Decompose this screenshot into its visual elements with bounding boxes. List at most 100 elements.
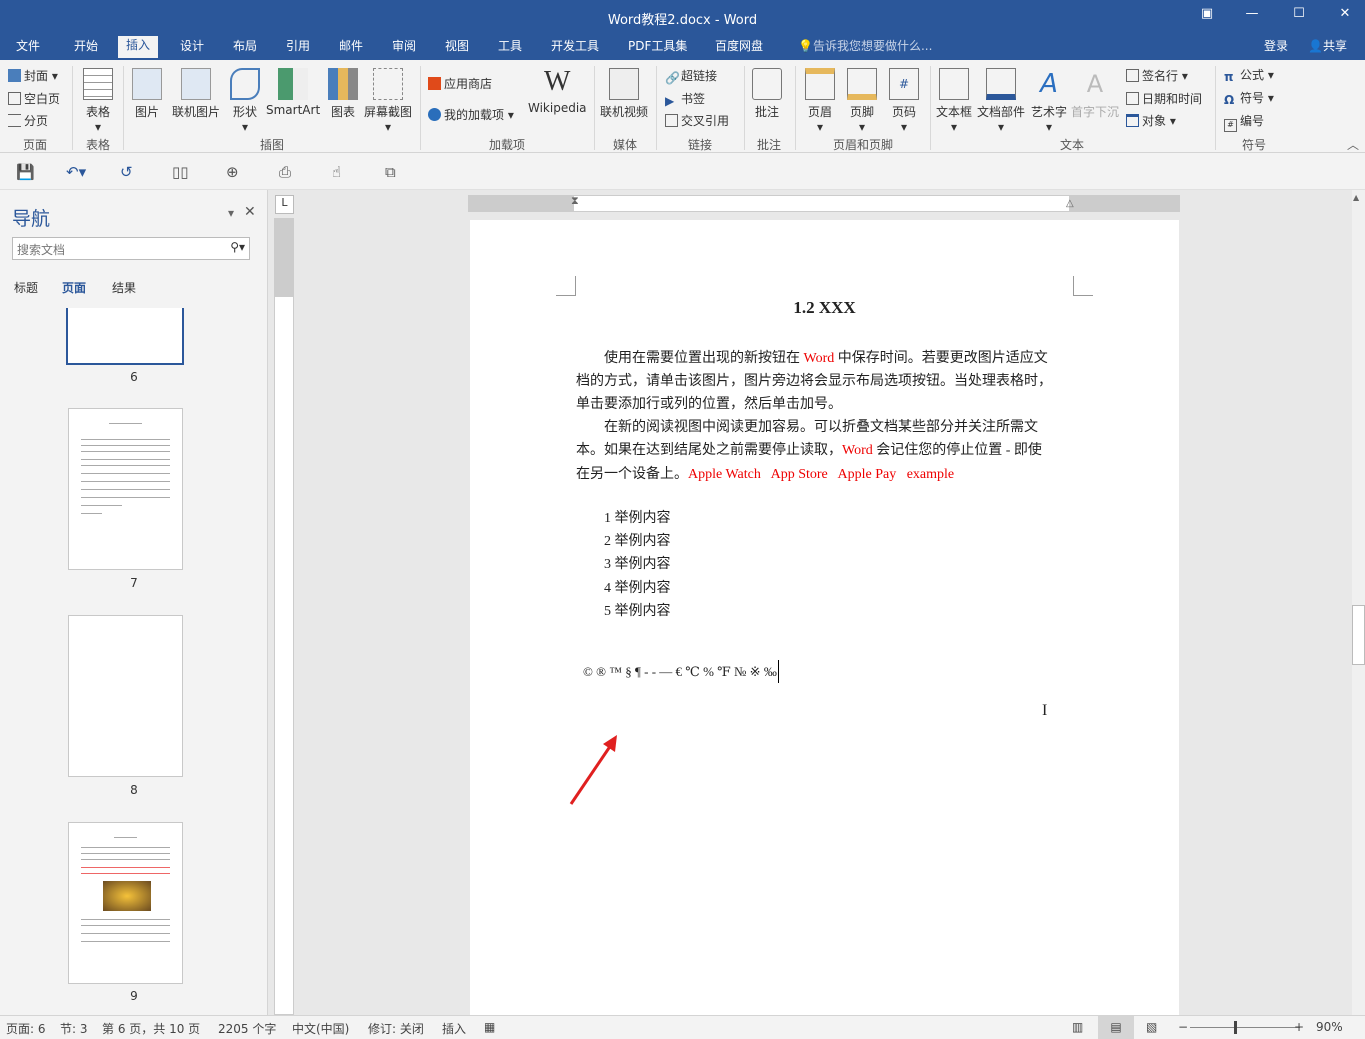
cross-reference-button[interactable]: 交叉引用 <box>665 112 729 129</box>
chart-button[interactable]: 图表 <box>328 68 358 120</box>
customize-icon[interactable]: ⧉ <box>385 163 396 181</box>
zoom-slider-thumb[interactable] <box>1234 1021 1237 1034</box>
maximize-button[interactable]: ☐ <box>1284 6 1314 21</box>
save-icon[interactable]: 💾 <box>16 163 35 181</box>
page-thumbnail-6[interactable] <box>66 308 184 365</box>
nav-tab-results[interactable]: 结果 <box>112 279 136 296</box>
zoom-slider[interactable] <box>1190 1027 1300 1028</box>
web-layout-icon[interactable]: ⊕ <box>226 163 239 181</box>
page-thumbnail-8[interactable] <box>68 615 183 777</box>
redo-icon[interactable]: ↺ <box>120 163 133 181</box>
status-section[interactable]: 节: 3 <box>60 1020 88 1037</box>
scroll-up-icon[interactable]: ▲ <box>1353 193 1359 202</box>
zoom-out-button[interactable]: − <box>1178 1020 1188 1034</box>
shapes-button[interactable]: 形状 ▾ <box>230 68 260 134</box>
print-layout-icon[interactable]: ▤ <box>1098 1016 1134 1039</box>
page-thumbnail-7[interactable] <box>68 408 183 570</box>
para1-line3: 单击要添加行或列的位置，然后单击加号。 <box>576 397 842 412</box>
header-button[interactable]: 页眉 ▾ <box>805 68 835 134</box>
numbering-button[interactable]: # 编号 <box>1224 112 1264 132</box>
nav-tab-headings[interactable]: 标题 <box>14 279 38 296</box>
page-thumbnail-9[interactable] <box>68 822 183 984</box>
shapes-icon <box>230 68 260 100</box>
close-button[interactable]: ✕ <box>1330 6 1360 21</box>
comment-button[interactable]: 批注 <box>752 68 782 120</box>
nav-search-input[interactable]: 搜索文档 ⚲▾ <box>12 237 250 260</box>
tab-baidu[interactable]: 百度网盘 <box>707 38 771 60</box>
nav-tab-pages[interactable]: 页面 <box>62 279 86 296</box>
wikipedia-button[interactable]: W Wikipedia <box>528 66 587 115</box>
footer-button[interactable]: 页脚 ▾ <box>847 68 877 134</box>
signature-line-button[interactable]: 签名行 ▾ <box>1126 67 1188 84</box>
nav-title: 导航 <box>12 208 51 230</box>
collapse-ribbon-icon[interactable]: ︿ <box>1347 136 1359 153</box>
blank-page-button[interactable]: 空白页 <box>8 90 60 107</box>
status-page[interactable]: 页面: 6 <box>6 1020 46 1037</box>
nav-close-icon[interactable]: ✕ <box>244 204 256 220</box>
tab-mailings[interactable]: 邮件 <box>331 38 371 60</box>
store-button[interactable]: 应用商店 <box>428 75 492 92</box>
equation-button[interactable]: π 公式 ▾ <box>1224 66 1274 84</box>
page-number-button[interactable]: # 页码 ▾ <box>889 68 919 134</box>
tab-insert[interactable]: 插入 <box>118 36 159 58</box>
screenshot-button[interactable]: 屏幕截图 ▾ <box>364 68 412 134</box>
wordart-button[interactable]: A 艺术字 ▾ <box>1031 68 1067 134</box>
horizontal-ruler[interactable]: ⧗ △ <box>468 194 1180 212</box>
indent-marker[interactable]: ⧗ <box>571 194 579 208</box>
tab-design[interactable]: 设计 <box>172 38 212 60</box>
undo-icon[interactable]: ↶▾ <box>66 163 86 181</box>
online-video-button[interactable]: 联机视频 <box>600 68 648 120</box>
tab-selector-button[interactable]: L <box>275 195 294 214</box>
scrollbar-thumb[interactable] <box>1352 605 1365 665</box>
online-picture-button[interactable]: 联机图片 <box>172 68 220 120</box>
table-button[interactable]: 表格 ▾ <box>80 68 116 134</box>
minimize-button[interactable]: — <box>1237 6 1267 21</box>
vertical-ruler[interactable] <box>274 218 294 1015</box>
zoom-in-button[interactable]: + <box>1294 1020 1304 1034</box>
quick-parts-button[interactable]: 文档部件 ▾ <box>977 68 1025 134</box>
tab-pdf[interactable]: PDF工具集 <box>620 38 695 60</box>
window-title: Word教程2.docx - Word <box>607 13 758 28</box>
read-mode-icon[interactable]: ▥ <box>1072 1020 1083 1034</box>
status-insert-mode[interactable]: 插入 <box>442 1020 466 1037</box>
status-language[interactable]: 中文(中国) <box>292 1020 349 1037</box>
right-indent-marker[interactable]: △ <box>1066 198 1074 209</box>
zoom-level[interactable]: 90% <box>1316 1020 1343 1034</box>
tab-home[interactable]: 开始 <box>66 38 106 60</box>
tab-layout[interactable]: 布局 <box>225 38 265 60</box>
tab-file[interactable]: 文件 <box>8 38 48 60</box>
my-addins-button[interactable]: 我的加载项 ▾ <box>428 106 514 123</box>
hyperlink-button[interactable]: 🔗超链接 <box>665 67 717 85</box>
web-layout-view-icon[interactable]: ▧ <box>1146 1020 1157 1034</box>
tab-tools[interactable]: 工具 <box>490 38 530 60</box>
side-by-side-icon[interactable]: ▯▯ <box>172 163 189 181</box>
picture-button[interactable]: 图片 <box>132 68 162 120</box>
share-button[interactable]: 👤共享 <box>1300 38 1355 60</box>
tab-references[interactable]: 引用 <box>278 38 318 60</box>
object-button[interactable]: 对象 ▾ <box>1126 112 1176 129</box>
touch-mode-icon[interactable]: ☝ <box>332 163 341 181</box>
login-link[interactable]: 登录 <box>1256 38 1296 60</box>
status-track-changes[interactable]: 修订: 关闭 <box>368 1020 424 1037</box>
status-page-of[interactable]: 第 6 页，共 10 页 <box>102 1020 200 1037</box>
bookmark-button[interactable]: ▶ 书签 <box>665 90 705 108</box>
date-time-button[interactable]: 日期和时间 <box>1126 90 1202 107</box>
document-page[interactable]: 1.2 XXX 使用在需要位置出现的新按钮在 Word 中保存时间。若要更改图片… <box>470 220 1179 1015</box>
print-preview-icon[interactable]: ⎙ <box>279 163 291 181</box>
search-icon[interactable]: ⚲▾ <box>230 240 245 254</box>
macro-icon[interactable]: ▦ <box>484 1020 495 1034</box>
tab-review[interactable]: 审阅 <box>384 38 424 60</box>
nav-options-icon[interactable]: ▾ <box>228 206 234 220</box>
drop-cap-button[interactable]: A 首字下沉 <box>1071 68 1119 120</box>
tab-developer[interactable]: 开发工具 <box>543 38 607 60</box>
tell-me-box[interactable]: 💡告诉我您想要做什么... <box>790 38 940 60</box>
vertical-scrollbar[interactable]: ▲ <box>1352 190 1365 1015</box>
cover-page-button[interactable]: 封面 ▾ <box>8 67 58 84</box>
textbox-button[interactable]: 文本框 ▾ <box>936 68 972 134</box>
ribbon-display-icon[interactable]: ▣ <box>1192 6 1222 21</box>
smartart-button[interactable]: SmartArt <box>266 68 320 117</box>
status-word-count[interactable]: 2205 个字 <box>218 1020 276 1037</box>
tab-view[interactable]: 视图 <box>437 38 477 60</box>
symbol-button[interactable]: Ω 符号 ▾ <box>1224 89 1274 107</box>
page-break-button[interactable]: 分页 <box>8 112 48 129</box>
